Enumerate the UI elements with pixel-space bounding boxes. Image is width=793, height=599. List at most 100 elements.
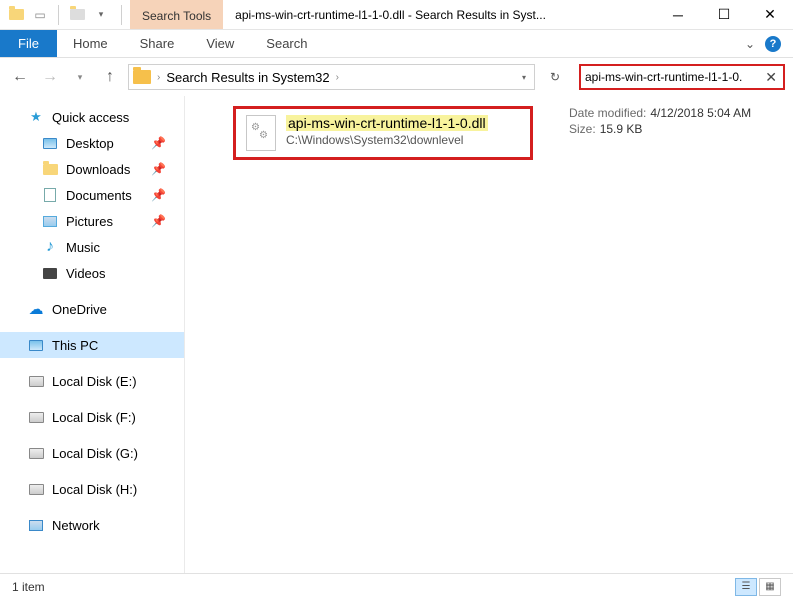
documents-icon — [42, 187, 58, 203]
pc-icon — [28, 337, 44, 353]
sidebar-item-this-pc[interactable]: This PC — [0, 332, 184, 358]
status-bar: 1 item ☰ ▦ — [0, 573, 793, 599]
pin-icon: 📌 — [151, 162, 166, 176]
help-icon[interactable]: ? — [765, 36, 781, 52]
sidebar-item-local-g[interactable]: Local Disk (G:) — [0, 440, 184, 466]
sidebar-item-quick-access[interactable]: ★ Quick access — [0, 104, 184, 130]
sidebar-item-label: Downloads — [66, 162, 130, 177]
sidebar-item-label: Documents — [66, 188, 132, 203]
search-input[interactable]: api-ms-win-crt-runtime-l1-1-0. ✕ — [579, 64, 785, 90]
sidebar-item-desktop[interactable]: Desktop 📌 — [0, 130, 184, 156]
pin-icon: 📌 — [151, 214, 166, 228]
sidebar-item-label: Quick access — [52, 110, 129, 125]
videos-icon — [42, 265, 58, 281]
cloud-icon: ☁ — [28, 301, 44, 317]
tab-file[interactable]: File — [0, 30, 57, 57]
clear-search-icon[interactable]: ✕ — [763, 69, 779, 86]
sidebar-item-label: This PC — [52, 338, 98, 353]
window-controls: ─ ☐ ✕ — [655, 0, 793, 30]
tab-home[interactable]: Home — [57, 30, 124, 57]
sidebar-item-pictures[interactable]: Pictures 📌 — [0, 208, 184, 234]
back-button[interactable]: ← — [8, 65, 32, 89]
sidebar-item-music[interactable]: ♪ Music — [0, 234, 184, 260]
titlebar: ▭ ▾ Search Tools api-ms-win-crt-runtime-… — [0, 0, 793, 30]
sidebar-item-label: Local Disk (H:) — [52, 482, 137, 497]
star-icon: ★ — [28, 109, 44, 125]
disk-icon — [28, 373, 44, 389]
sidebar-item-label: Local Disk (G:) — [52, 446, 138, 461]
chevron-right-icon[interactable]: › — [155, 72, 162, 83]
sidebar-item-label: OneDrive — [52, 302, 107, 317]
folder-icon — [133, 70, 151, 84]
search-result-item[interactable]: api-ms-win-crt-runtime-l1-1-0.dll C:\Win… — [233, 106, 533, 160]
sidebar-item-videos[interactable]: Videos — [0, 260, 184, 286]
pin-icon: 📌 — [151, 188, 166, 202]
tab-search[interactable]: Search — [250, 30, 323, 57]
sidebar-item-label: Music — [66, 240, 100, 255]
search-tools-context-tab[interactable]: Search Tools — [130, 0, 223, 29]
desktop-icon — [42, 135, 58, 151]
sidebar-item-local-f[interactable]: Local Disk (F:) — [0, 404, 184, 430]
disk-icon — [28, 409, 44, 425]
result-text: api-ms-win-crt-runtime-l1-1-0.dll C:\Win… — [286, 115, 488, 147]
search-text: api-ms-win-crt-runtime-l1-1-0. — [585, 70, 759, 84]
sidebar-item-network[interactable]: Network — [0, 512, 184, 538]
details-pane: Date modified: 4/12/2018 5:04 AM Size: 15.… — [569, 106, 751, 138]
date-modified-label: Date modified: — [569, 106, 646, 120]
forward-button[interactable]: → — [38, 65, 62, 89]
separator — [121, 5, 122, 25]
large-icons-view-button[interactable]: ▦ — [759, 578, 781, 596]
address-bar[interactable]: › Search Results in System32 › ▾ — [128, 64, 535, 90]
music-icon: ♪ — [42, 239, 58, 255]
network-icon — [28, 517, 44, 533]
pin-icon: 📌 — [151, 136, 166, 150]
sidebar-item-label: Network — [52, 518, 100, 533]
separator — [58, 5, 59, 25]
tab-view[interactable]: View — [190, 30, 250, 57]
window-title: api-ms-win-crt-runtime-l1-1-0.dll - Sear… — [223, 8, 655, 22]
item-count: 1 item — [12, 580, 45, 594]
qat-dropdown-icon[interactable]: ▾ — [91, 5, 111, 25]
details-view-button[interactable]: ☰ — [735, 578, 757, 596]
address-history-icon[interactable]: ▾ — [518, 73, 530, 82]
date-modified-value: 4/12/2018 5:04 AM — [650, 106, 751, 120]
disk-icon — [28, 481, 44, 497]
minimize-button[interactable]: ─ — [655, 0, 701, 30]
recent-locations-icon[interactable]: ▾ — [68, 65, 92, 89]
sidebar-item-downloads[interactable]: Downloads 📌 — [0, 156, 184, 182]
ribbon-expand-icon[interactable]: ⌄ — [745, 37, 755, 51]
ribbon-tabs: File Home Share View Search ⌄ ? — [0, 30, 793, 58]
sidebar-item-local-h[interactable]: Local Disk (H:) — [0, 476, 184, 502]
size-value: 15.9 KB — [600, 122, 643, 136]
sidebar-item-documents[interactable]: Documents 📌 — [0, 182, 184, 208]
sidebar-item-label: Local Disk (F:) — [52, 410, 136, 425]
sidebar-item-label: Desktop — [66, 136, 114, 151]
sidebar-item-local-e[interactable]: Local Disk (E:) — [0, 368, 184, 394]
tab-share[interactable]: Share — [124, 30, 191, 57]
navigation-pane: ★ Quick access Desktop 📌 Downloads 📌 Docume… — [0, 96, 185, 573]
chevron-right-icon[interactable]: › — [334, 72, 341, 83]
maximize-button[interactable]: ☐ — [701, 0, 747, 30]
content-pane: api-ms-win-crt-runtime-l1-1-0.dll C:\Win… — [185, 96, 793, 573]
sidebar-item-label: Videos — [66, 266, 106, 281]
app-icon — [6, 5, 26, 25]
result-filepath: C:\Windows\System32\downlevel — [286, 133, 488, 147]
size-label: Size: — [569, 122, 596, 136]
refresh-button[interactable]: ↻ — [543, 65, 567, 89]
downloads-icon — [42, 161, 58, 177]
close-button[interactable]: ✕ — [747, 0, 793, 30]
pictures-icon — [42, 213, 58, 229]
disk-icon — [28, 445, 44, 461]
result-filename: api-ms-win-crt-runtime-l1-1-0.dll — [286, 115, 488, 131]
up-button[interactable]: ↑ — [98, 65, 122, 89]
sidebar-item-label: Pictures — [66, 214, 113, 229]
new-folder-icon[interactable] — [67, 5, 87, 25]
navigation-row: ← → ▾ ↑ › Search Results in System32 › ▾… — [0, 58, 793, 96]
properties-icon[interactable]: ▭ — [30, 5, 50, 25]
quick-access-toolbar: ▭ ▾ — [0, 5, 117, 25]
sidebar-item-label: Local Disk (E:) — [52, 374, 137, 389]
breadcrumb[interactable]: Search Results in System32 — [166, 70, 329, 85]
sidebar-item-onedrive[interactable]: ☁ OneDrive — [0, 296, 184, 322]
explorer-body: ★ Quick access Desktop 📌 Downloads 📌 Docume… — [0, 96, 793, 573]
dll-file-icon — [246, 115, 276, 151]
